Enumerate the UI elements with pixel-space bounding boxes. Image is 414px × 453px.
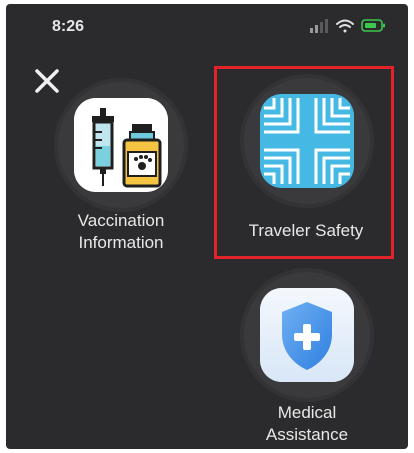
battery-icon — [361, 19, 385, 32]
close-icon[interactable] — [32, 66, 62, 96]
highlight-box — [214, 66, 394, 259]
tile-circle — [54, 78, 188, 212]
signal-icon — [310, 19, 328, 33]
app-screen: 8:26 Vaccination Information Traveler Sa… — [6, 4, 408, 449]
status-icons — [310, 18, 386, 34]
tile-label-line1: Vaccination — [77, 211, 165, 230]
tile-label-line2: Assistance — [265, 425, 349, 444]
medical-assistance-icon — [260, 288, 354, 382]
tile-label: Medical Assistance — [217, 402, 397, 446]
tile-label-line2: Information — [78, 233, 164, 252]
tile-circle — [240, 268, 374, 402]
tile-label-line1: Medical — [277, 403, 337, 422]
tile-label: Vaccination Information — [31, 210, 211, 254]
vaccination-icon — [74, 98, 168, 192]
status-time: 8:26 — [52, 18, 85, 35]
wifi-icon — [336, 19, 354, 33]
status-bar: 8:26 — [6, 4, 408, 44]
